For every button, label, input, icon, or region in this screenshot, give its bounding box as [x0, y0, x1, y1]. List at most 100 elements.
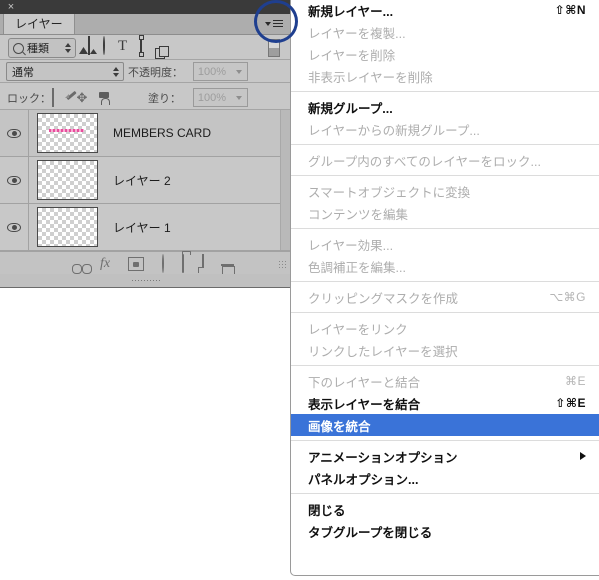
hamburger-icon — [273, 19, 283, 28]
layer-effects-icon[interactable]: fx — [100, 257, 110, 271]
menu-item-label: コンテンツを編集 — [308, 207, 409, 222]
stepper-arrows-icon — [65, 43, 71, 53]
search-icon — [13, 42, 24, 54]
menu-item[interactable]: アニメーションオプション — [291, 445, 599, 467]
menu-item[interactable]: 新規グループ... — [291, 96, 599, 118]
layer-name[interactable]: レイヤー 1 — [113, 219, 171, 236]
filter-enable-toggle[interactable] — [268, 39, 280, 57]
menu-item[interactable]: パネルオプション... — [291, 467, 599, 489]
layer-name[interactable]: レイヤー 2 — [113, 172, 171, 189]
menu-item-label: 下のレイヤーと結合 — [308, 375, 421, 390]
eye-icon — [7, 175, 21, 185]
chevron-down-icon — [265, 21, 271, 26]
layer-list: MEMBERS CARD レイヤー 2 レイヤー 1 — [0, 110, 290, 251]
panel-tab-bar: レイヤー — [0, 14, 290, 35]
eye-icon — [7, 128, 21, 138]
thumbnail-artwork — [49, 129, 84, 132]
opacity-input[interactable]: 100% — [193, 62, 231, 81]
resize-grip[interactable] — [278, 260, 287, 269]
new-adjustment-layer-icon[interactable] — [162, 254, 165, 273]
menu-item[interactable]: タブグループを閉じる — [291, 520, 599, 542]
menu-item: 下のレイヤーと結合 ⌘E — [291, 370, 599, 392]
shape-filter-icon[interactable] — [138, 34, 144, 57]
layer-thumbnail — [37, 160, 98, 200]
new-layer-icon[interactable] — [202, 254, 205, 273]
menu-item: レイヤー効果... — [291, 233, 599, 255]
menu-separator — [291, 144, 599, 145]
grip-dots-icon — [131, 279, 161, 283]
fill-label: 塗り： — [148, 93, 181, 105]
menu-item: 色調補正を編集... — [291, 255, 599, 277]
menu-item-label: 閉じる — [308, 503, 346, 518]
type-filter-icon[interactable]: T — [118, 38, 127, 53]
menu-item: リンクしたレイヤーを選択 — [291, 339, 599, 361]
lock-label: ロック： — [7, 93, 51, 105]
menu-item-label: レイヤーからの新規グループ... — [308, 123, 480, 138]
panel-drag-grip[interactable] — [0, 274, 290, 288]
menu-item[interactable]: 閉じる — [291, 498, 599, 520]
fill-input[interactable]: 100% — [193, 88, 231, 107]
menu-separator — [291, 440, 599, 441]
layers-panel-flyout-menu: 新規レイヤー... ⇧⌘N レイヤーを複製... レイヤーを削除 非表示レイヤーを削除新… — [290, 0, 599, 576]
menu-separator — [291, 91, 599, 92]
menu-item: クリッピングマスクを作成 ⌥⌘G — [291, 286, 599, 308]
fill-dropdown-arrow[interactable] — [230, 88, 248, 107]
blend-mode-select[interactable]: 通常 — [6, 62, 124, 81]
table-row[interactable]: レイヤー 1 — [0, 204, 290, 251]
menu-item-label: タブグループを閉じる — [308, 525, 433, 540]
close-icon[interactable]: × — [4, 0, 18, 14]
adjustment-filter-icon[interactable] — [103, 36, 105, 55]
menu-separator — [291, 365, 599, 366]
menu-item: レイヤーからの新規グループ... — [291, 118, 599, 140]
layer-visibility-toggle[interactable] — [0, 110, 29, 156]
menu-item-label: 新規グループ... — [308, 101, 393, 116]
eye-icon — [7, 222, 21, 232]
layer-thumbnail — [37, 113, 98, 153]
table-row[interactable]: レイヤー 2 — [0, 157, 290, 204]
image-filter-icon[interactable] — [88, 36, 90, 55]
menu-separator — [291, 175, 599, 176]
menu-item: コンテンツを編集 — [291, 202, 599, 224]
menu-item-label: レイヤーをリンク — [308, 322, 408, 337]
layer-list-scrollbar[interactable] — [280, 110, 290, 250]
menu-item-shortcut: ⌥⌘G — [549, 290, 586, 304]
add-layer-mask-icon[interactable] — [128, 257, 145, 271]
footer-icon-group: fx — [82, 254, 222, 273]
layer-visibility-toggle[interactable] — [0, 157, 29, 203]
lock-transparent-pixels-icon[interactable] — [52, 88, 54, 107]
panel-title-bar: × — [0, 0, 290, 14]
menu-item-label: 表示レイヤーを結合 — [308, 397, 421, 412]
menu-item: レイヤーを複製... — [291, 21, 599, 43]
panel-menu-icon[interactable] — [263, 16, 285, 31]
menu-item-label: リンクしたレイヤーを選択 — [308, 344, 458, 359]
menu-item-label: レイヤーを複製... — [308, 26, 406, 41]
layer-filter-bar: 種類 T — [0, 34, 290, 60]
menu-item[interactable]: 画像を統合 — [291, 414, 599, 436]
menu-separator — [291, 281, 599, 282]
blend-mode-bar: 通常 不透明度： 100% — [0, 60, 290, 83]
blend-mode-value: 通常 — [12, 66, 34, 79]
menu-item-label: アニメーションオプション — [308, 450, 458, 465]
lock-bar: ロック： ✥ 塗り： 100% — [0, 83, 290, 110]
menu-item-shortcut: ⇧⌘E — [555, 396, 586, 410]
menu-item[interactable]: 新規レイヤー... ⇧⌘N — [291, 0, 599, 21]
tab-layers[interactable]: レイヤー — [3, 14, 75, 34]
menu-item-shortcut: ⇧⌘N — [554, 3, 586, 17]
filter-kind-select[interactable]: 種類 — [8, 38, 76, 58]
menu-item-label: 色調補正を編集... — [308, 260, 406, 275]
menu-separator — [291, 228, 599, 229]
layer-visibility-toggle[interactable] — [0, 204, 29, 250]
layer-name[interactable]: MEMBERS CARD — [113, 126, 211, 140]
menu-item-label: 新規レイヤー... — [308, 4, 394, 19]
menu-item-label: スマートオブジェクトに変換 — [308, 185, 471, 200]
table-row[interactable]: MEMBERS CARD — [0, 110, 290, 157]
menu-item[interactable]: 表示レイヤーを結合 ⇧⌘E — [291, 392, 599, 414]
opacity-label: 不透明度： — [128, 67, 183, 79]
lock-position-icon[interactable]: ✥ — [76, 91, 88, 104]
menu-item: レイヤーをリンク — [291, 317, 599, 339]
layers-panel: × レイヤー 種類 T 通常 不透明度： 100% ロック： ✥ 塗り： 100… — [0, 0, 290, 288]
new-group-icon[interactable] — [182, 254, 185, 273]
menu-item-label: レイヤー効果... — [308, 238, 394, 253]
stepper-arrows-icon — [113, 66, 119, 77]
opacity-dropdown-arrow[interactable] — [230, 62, 248, 81]
